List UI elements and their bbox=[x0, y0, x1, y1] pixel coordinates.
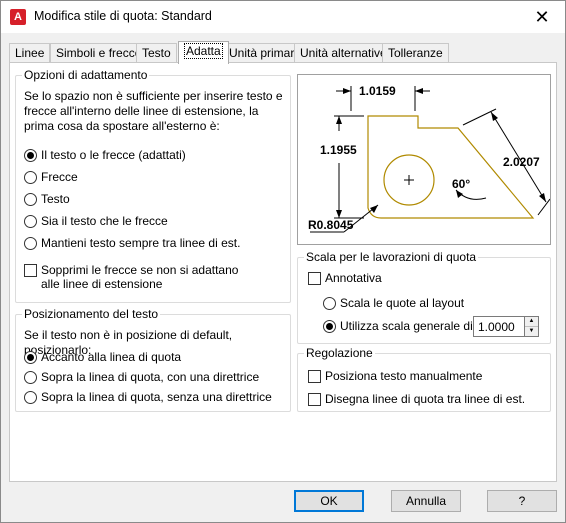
checkbox-label: Posiziona testo manualmente bbox=[325, 369, 483, 383]
radio-overall-scale[interactable]: Utilizza scala generale di: bbox=[323, 319, 476, 333]
spin-buttons[interactable]: ▲ ▼ bbox=[525, 316, 539, 337]
fit-options-group: Opzioni di adattamento Se lo spazio non … bbox=[15, 68, 291, 303]
radio-label: Sia il testo che le frecce bbox=[41, 214, 168, 228]
top-arrow-left bbox=[343, 88, 351, 94]
radio-button[interactable] bbox=[24, 170, 37, 184]
text-placement-group: Posizionamento del testo Se il testo non… bbox=[15, 307, 291, 412]
checkbox-label: Sopprimi le frecce se non si adattano al… bbox=[41, 263, 238, 291]
window-title: Modifica stile di quota: Standard bbox=[34, 9, 212, 23]
checkbox[interactable] bbox=[308, 271, 321, 285]
checkbox-label: Annotativa bbox=[325, 271, 382, 285]
radius-arrow bbox=[370, 205, 378, 213]
checkbox-label-line1: Sopprimi le frecce se non si adattano bbox=[41, 263, 239, 277]
checkbox-label: Disegna linee di quota tra linee di est. bbox=[325, 392, 526, 406]
left-arrow-bottom bbox=[336, 210, 342, 218]
right-ext-line-top bbox=[462, 108, 497, 126]
radio-button[interactable] bbox=[24, 192, 37, 206]
checkbox-place-text-manually[interactable]: Posiziona testo manualmente bbox=[308, 369, 482, 383]
radio-label: Testo bbox=[41, 192, 70, 206]
tab-adatta-label: Adatta bbox=[184, 43, 223, 59]
radio-label: Frecce bbox=[41, 170, 78, 184]
spin-down-icon[interactable]: ▼ bbox=[525, 327, 538, 336]
radio-text[interactable]: Testo bbox=[24, 192, 70, 206]
left-arrow-top bbox=[336, 116, 342, 124]
tab-unita-alternative[interactable]: Unità alternative bbox=[294, 43, 393, 63]
tab-linee[interactable]: Linee bbox=[9, 43, 51, 63]
radio-always-keep-text[interactable]: Mantieni testo sempre tra linee di est. bbox=[24, 236, 240, 250]
tab-simboli-e-frecce[interactable]: Simboli e frecce bbox=[50, 43, 148, 63]
checkbox[interactable] bbox=[308, 392, 321, 406]
radio-both-text-and-arrows[interactable]: Sia il testo che le frecce bbox=[24, 214, 168, 228]
radio-button[interactable] bbox=[24, 214, 37, 228]
close-icon: ✕ bbox=[534, 6, 550, 27]
help-button[interactable]: ? bbox=[487, 490, 557, 512]
overall-scale-input[interactable] bbox=[473, 316, 525, 337]
dim-radius-label: R0.8045 bbox=[308, 218, 354, 232]
radio-button[interactable] bbox=[24, 236, 37, 250]
dim-right-label: 2.0207 bbox=[503, 155, 540, 169]
radio-button[interactable] bbox=[24, 370, 37, 384]
tab-panel-adatta: Opzioni di adattamento Se lo spazio non … bbox=[9, 62, 557, 482]
dimension-preview: 1.0159 1.1955 2.0207 60° R0.8045 bbox=[297, 74, 551, 245]
preview-drawing: 1.0159 1.1955 2.0207 60° R0.8045 bbox=[308, 84, 551, 233]
scale-title: Scala per le lavorazioni di quota bbox=[304, 250, 479, 264]
checkbox[interactable] bbox=[308, 369, 321, 383]
radio-label: Scala le quote al layout bbox=[340, 296, 465, 310]
ok-button[interactable]: OK bbox=[294, 490, 364, 512]
checkbox-annotative[interactable]: Annotativa bbox=[308, 271, 382, 285]
radio-button[interactable] bbox=[323, 296, 336, 310]
radio-label: Il testo o le frecce (adattati) bbox=[41, 148, 186, 162]
checkbox-suppress-arrows[interactable]: Sopprimi le frecce se non si adattano al… bbox=[24, 263, 238, 291]
close-button[interactable]: ✕ bbox=[519, 1, 565, 33]
right-ext-line-bottom bbox=[537, 198, 551, 216]
checkbox-label-line2: alle linee di estensione bbox=[41, 277, 163, 291]
radio-label: Accanto alla linea di quota bbox=[41, 350, 182, 364]
radio-text-or-arrows[interactable]: Il testo o le frecce (adattati) bbox=[24, 148, 186, 162]
cancel-button[interactable]: Annulla bbox=[391, 490, 461, 512]
dialog-window: A Modifica stile di quota: Standard ✕ Li… bbox=[0, 0, 566, 523]
radio-scale-to-layout[interactable]: Scala le quote al layout bbox=[323, 296, 464, 310]
scale-group: Scala per le lavorazioni di quota Annota… bbox=[297, 250, 551, 344]
autocad-app-icon: A bbox=[10, 9, 26, 25]
fit-options-description: Se lo spazio non è sufficiente per inser… bbox=[24, 89, 283, 133]
right-arrow-top bbox=[491, 112, 498, 121]
fit-options-title: Opzioni di adattamento bbox=[22, 68, 150, 82]
radio-button[interactable] bbox=[24, 148, 37, 162]
checkbox-draw-dim-line-between[interactable]: Disegna linee di quota tra linee di est. bbox=[308, 392, 525, 406]
checkbox[interactable] bbox=[24, 264, 37, 277]
text-placement-title: Posizionamento del testo bbox=[22, 307, 161, 321]
dim-top-label: 1.0159 bbox=[359, 84, 396, 98]
title-bar: A Modifica stile di quota: Standard ✕ bbox=[1, 1, 565, 33]
radio-arrows[interactable]: Frecce bbox=[24, 170, 78, 184]
radio-button[interactable] bbox=[24, 390, 37, 404]
spin-up-icon[interactable]: ▲ bbox=[525, 317, 538, 327]
radio-label: Utilizza scala generale di: bbox=[340, 319, 477, 333]
radio-beside-dim-line[interactable]: Accanto alla linea di quota bbox=[24, 350, 181, 364]
radio-label: Sopra la linea di quota, senza una diret… bbox=[41, 390, 272, 404]
tab-tolleranze[interactable]: Tolleranze bbox=[382, 43, 449, 63]
radio-over-with-leader[interactable]: Sopra la linea di quota, con una direttr… bbox=[24, 370, 259, 384]
radio-label: Sopra la linea di quota, con una direttr… bbox=[41, 370, 260, 384]
top-arrow-right bbox=[415, 88, 423, 94]
tab-adatta[interactable]: Adatta bbox=[178, 41, 229, 64]
radio-label: Mantieni testo sempre tra linee di est. bbox=[41, 236, 241, 250]
tab-testo[interactable]: Testo bbox=[136, 43, 177, 63]
radio-button[interactable] bbox=[24, 350, 37, 364]
right-arrow-bottom bbox=[539, 193, 546, 202]
dim-angle-label: 60° bbox=[452, 177, 470, 191]
radio-over-without-leader[interactable]: Sopra la linea di quota, senza una diret… bbox=[24, 390, 272, 404]
dim-left-label: 1.1955 bbox=[320, 143, 357, 157]
overall-scale-stepper[interactable]: ▲ ▼ bbox=[473, 316, 539, 337]
fine-tuning-title: Regolazione bbox=[304, 346, 375, 360]
radio-button[interactable] bbox=[323, 319, 336, 333]
fine-tuning-group: Regolazione Posiziona testo manualmente … bbox=[297, 346, 551, 412]
angle-arrow bbox=[456, 190, 463, 198]
